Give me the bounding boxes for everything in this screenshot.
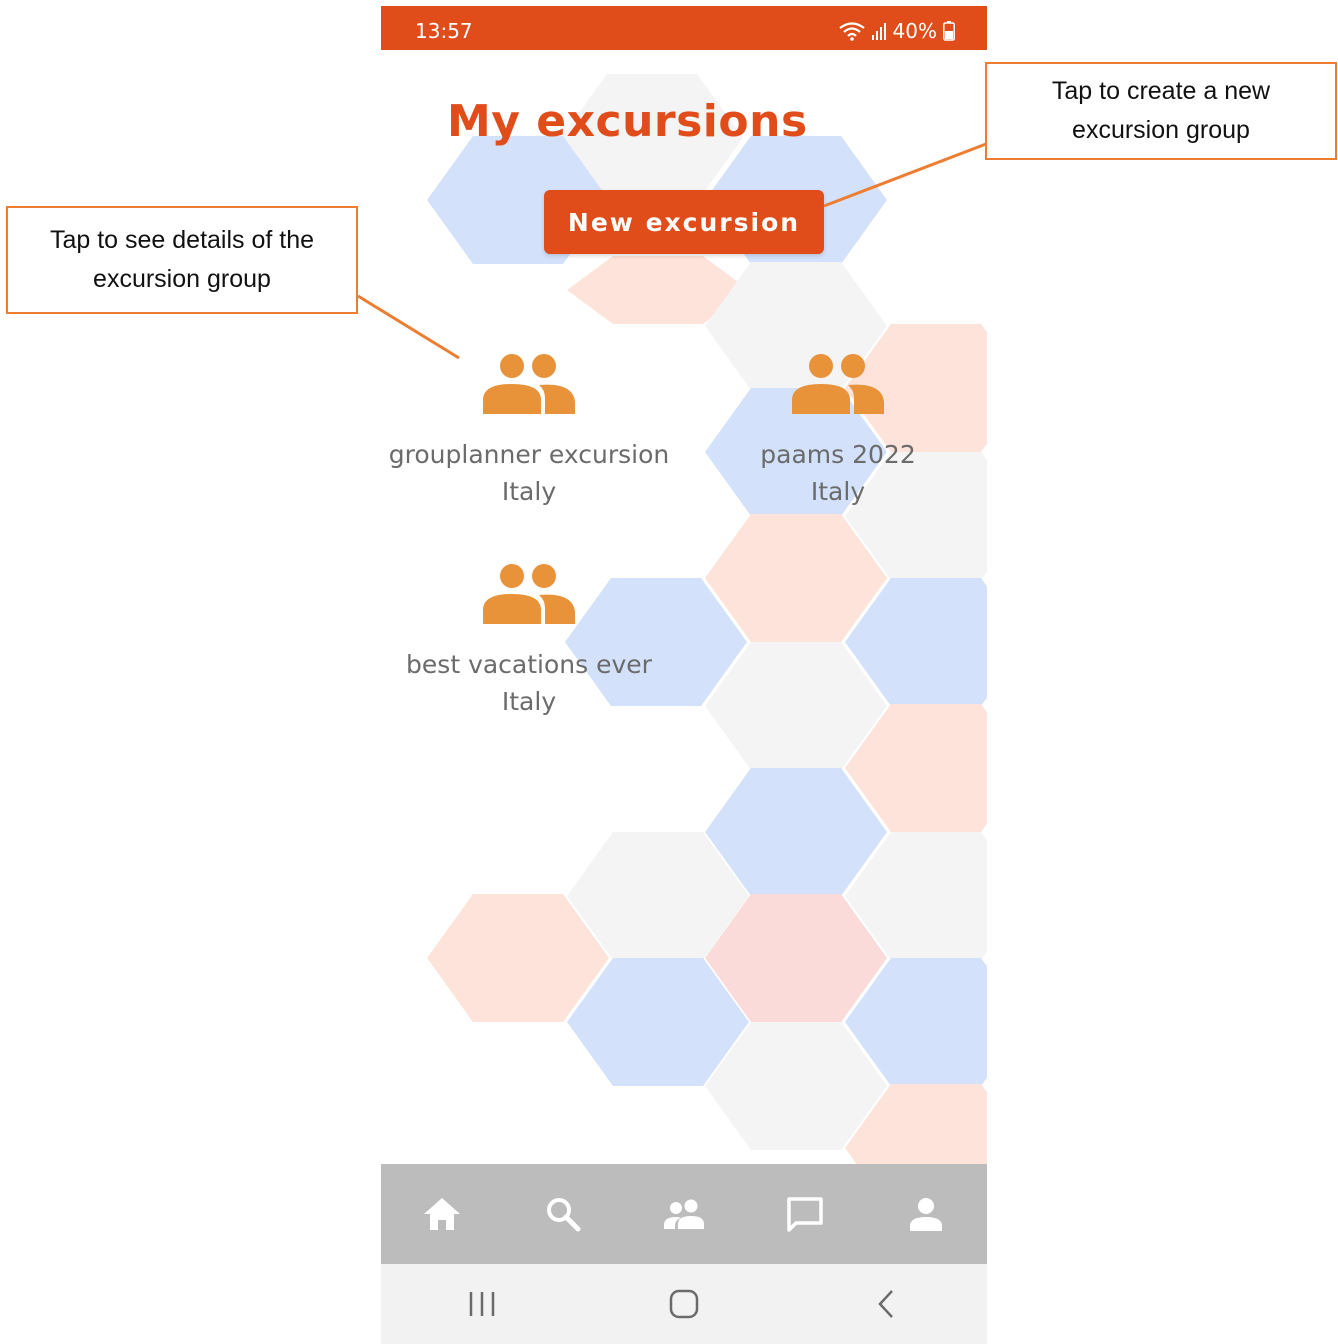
battery-icon <box>943 21 955 41</box>
group-people-icon <box>792 354 884 414</box>
group-item-grouplanner-excursion[interactable]: grouplanner excursion Italy <box>381 352 679 510</box>
system-home-button[interactable] <box>644 1274 724 1334</box>
profile-icon <box>910 1198 943 1231</box>
back-icon <box>878 1290 893 1318</box>
wifi-icon <box>838 21 865 41</box>
battery-level: 40% <box>892 19 937 43</box>
callout-new-group: Tap to create a new excursion group <box>985 62 1337 160</box>
group-icon <box>663 1199 704 1229</box>
chat-icon <box>787 1197 823 1232</box>
group-people-icon <box>483 354 575 414</box>
group-people-icon <box>483 564 575 624</box>
group-name: paams 2022 <box>760 440 916 469</box>
system-recents-button[interactable] <box>442 1274 522 1334</box>
new-excursion-button[interactable]: New excursion <box>544 190 824 254</box>
signal-icon <box>871 22 887 40</box>
nav-chat[interactable] <box>765 1174 845 1254</box>
nav-groups[interactable] <box>644 1174 724 1254</box>
bottom-navigation <box>381 1164 987 1264</box>
phone-screen: 13:57 40% My excursions New excursion gr… <box>381 6 987 1344</box>
nav-home[interactable] <box>402 1174 482 1254</box>
callout-new-group-text: Tap to create a new excursion group <box>1051 77 1271 144</box>
status-time: 13:57 <box>415 19 473 43</box>
callout-group-details-text: Tap to see details of the excursion grou… <box>49 226 315 293</box>
nav-profile[interactable] <box>886 1174 966 1254</box>
home-circle-icon <box>669 1289 699 1319</box>
group-country: Italy <box>501 687 557 716</box>
status-icons: 40% <box>838 19 955 43</box>
system-navigation <box>381 1264 987 1344</box>
nav-search[interactable] <box>523 1174 603 1254</box>
system-back-button[interactable] <box>846 1274 926 1334</box>
callout-group-details: Tap to see details of the excursion grou… <box>6 206 358 314</box>
group-country: Italy <box>810 477 866 506</box>
status-bar: 13:57 40% <box>381 6 987 50</box>
group-name: best vacations ever <box>406 650 652 679</box>
group-country: Italy <box>501 477 557 506</box>
group-name: grouplanner excursion <box>388 440 670 469</box>
search-icon <box>546 1198 581 1232</box>
page-title: My excursions <box>447 96 808 147</box>
recents-icon <box>469 1292 495 1316</box>
group-item-paams-2022[interactable]: paams 2022 Italy <box>688 352 987 510</box>
home-icon <box>423 1198 460 1230</box>
group-item-best-vacations-ever[interactable]: best vacations ever Italy <box>381 562 679 720</box>
